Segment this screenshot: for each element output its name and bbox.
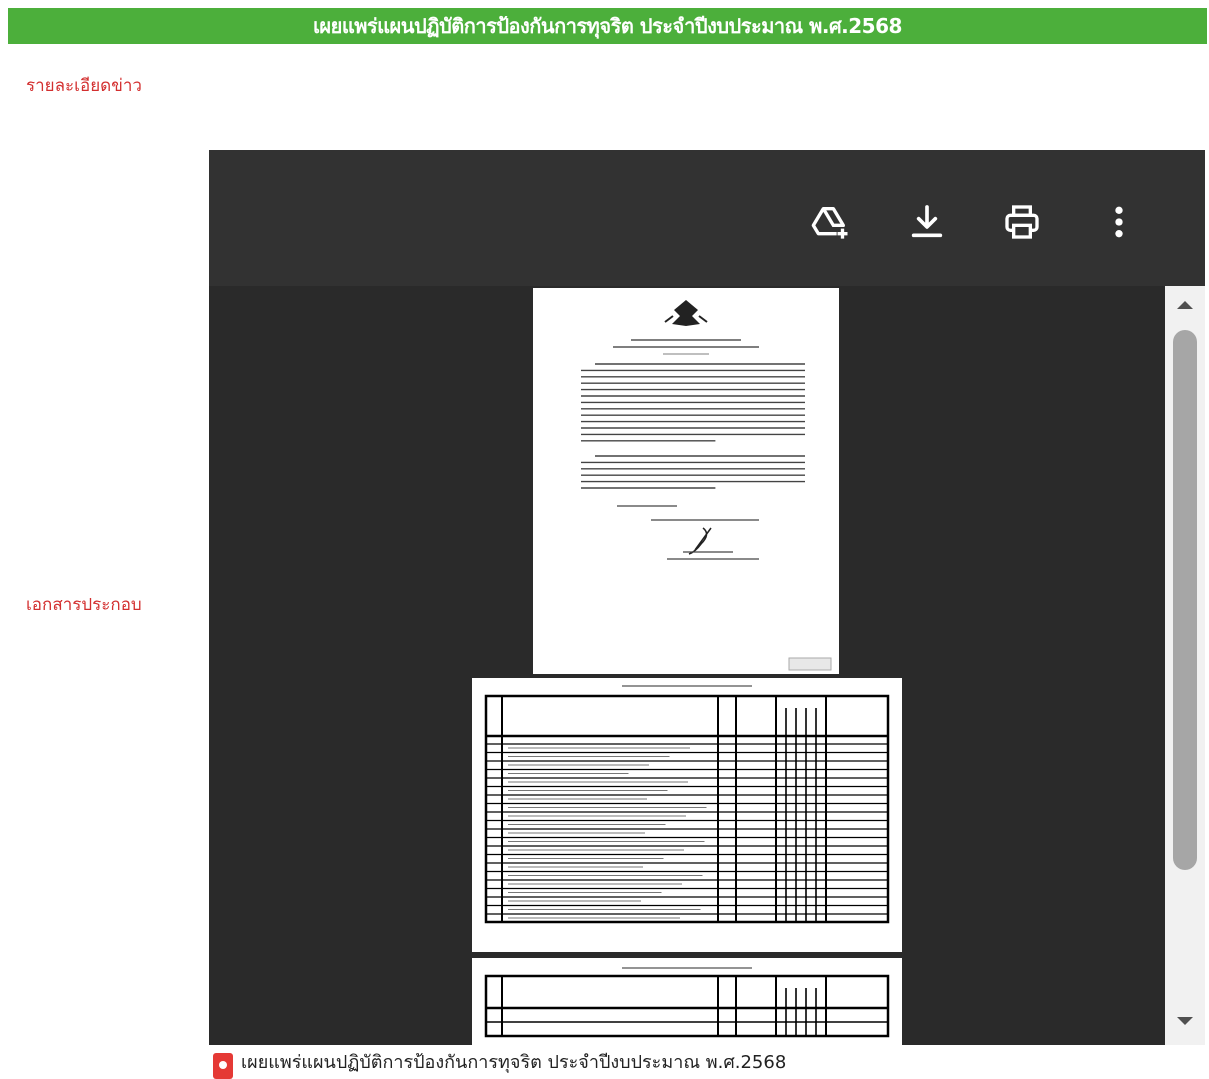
pdf-file-icon [213, 1053, 233, 1079]
pdf-page-2 [472, 678, 902, 952]
scroll-up-arrow-icon[interactable] [1173, 292, 1197, 316]
scrollbar-thumb[interactable] [1173, 330, 1197, 870]
scroll-down-arrow-icon[interactable] [1173, 1010, 1197, 1034]
pdf-viewer[interactable] [209, 150, 1205, 1045]
add-to-drive-button[interactable] [802, 194, 858, 250]
print-icon [1005, 205, 1039, 239]
document-page-thumbnail [581, 300, 832, 671]
viewer-scrollbar[interactable] [1165, 286, 1205, 1045]
print-button[interactable] [994, 194, 1050, 250]
table-page-thumbnail [484, 685, 890, 924]
table-page-thumbnail-partial [484, 967, 890, 1038]
pdf-page-3 [472, 958, 902, 1045]
garuda-emblem-icon [664, 300, 708, 334]
download-button[interactable] [899, 194, 955, 250]
drive-add-icon [811, 207, 849, 239]
more-options-button[interactable] [1091, 194, 1147, 250]
download-icon [911, 205, 943, 238]
viewer-toolbar [209, 150, 1205, 286]
pdf-page-1 [533, 288, 839, 674]
more-vert-icon [1115, 206, 1123, 238]
page-title-bar: เผยแพร่แผนปฏิบัติการป้องกันการทุจริต ประ… [8, 8, 1207, 44]
attachments-label: เอกสารประกอบ [26, 595, 142, 615]
page-title: เผยแพร่แผนปฏิบัติการป้องกันการทุจริต ประ… [313, 14, 902, 38]
attachment-link[interactable]: เผยแพร่แผนปฏิบัติการป้องกันการทุจริต ประ… [213, 1046, 786, 1079]
attachment-file-name[interactable]: เผยแพร่แผนปฏิบัติการป้องกันการทุจริต ประ… [241, 1047, 786, 1076]
details-label: รายละเอียดข่าว [26, 76, 142, 96]
